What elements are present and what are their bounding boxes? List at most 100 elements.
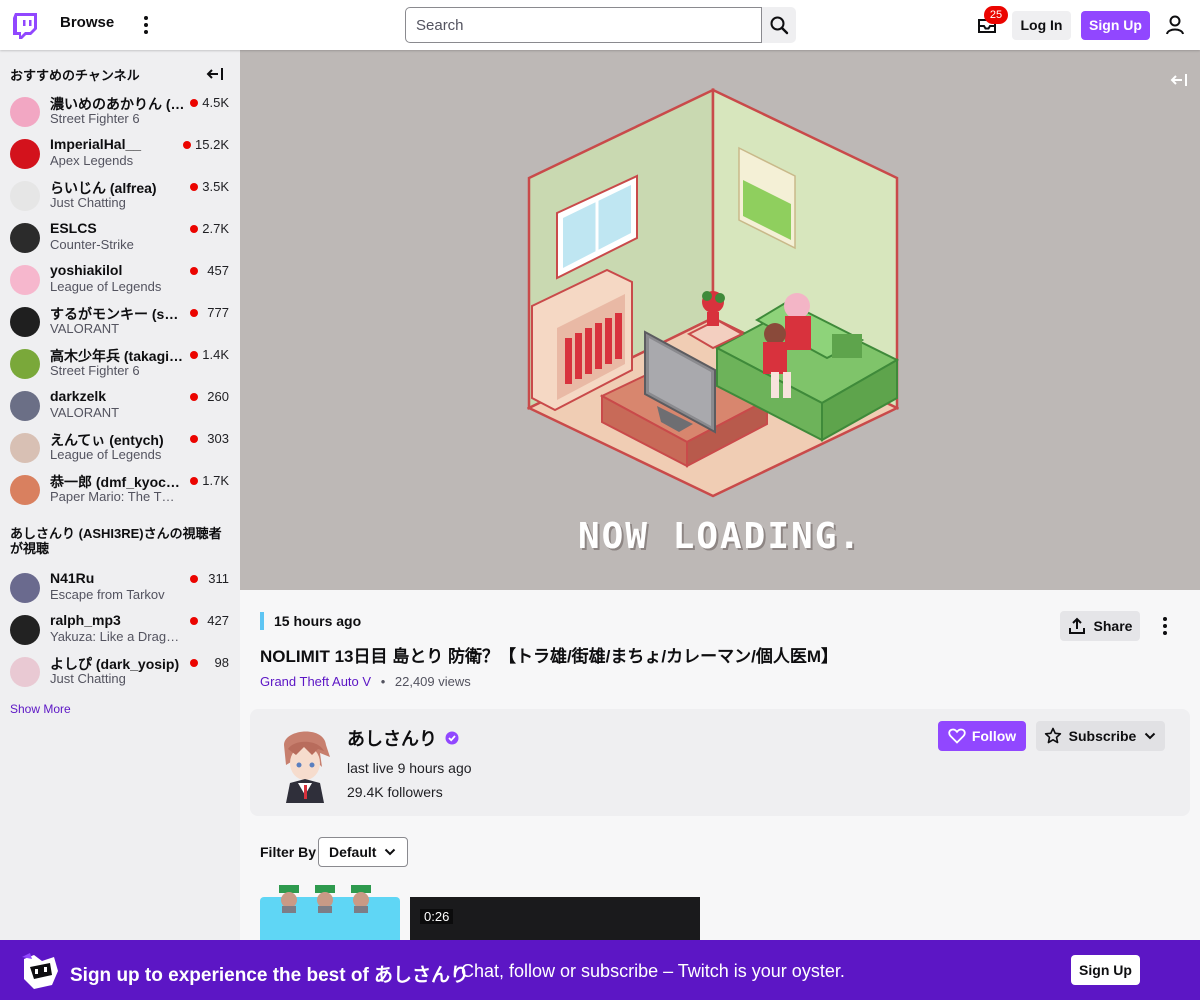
video-duration: 0:26 (420, 909, 454, 924)
sidebar-channel-item[interactable]: N41Ru Escape from Tarkov 311 (0, 568, 240, 610)
browse-link[interactable]: Browse (60, 14, 114, 31)
sidebar-channel-item[interactable]: ESLCS Counter-Strike 2.7K (0, 218, 240, 260)
sidebar-channel-item[interactable]: えんてぃ (entych) League of Legends 303 (0, 428, 240, 470)
live-indicator-icon (190, 477, 198, 485)
subscribe-label: Subscribe (1068, 728, 1137, 744)
channel-info-card: あしさんり last live 9 hours ago 29.4K follow… (250, 709, 1190, 816)
login-button[interactable]: Log In (1012, 11, 1071, 40)
avatar (10, 307, 40, 337)
channel-name: darkzelk (50, 388, 107, 404)
viewer-count: 457 (207, 263, 229, 278)
channel-name-row: あしさんり (347, 725, 459, 751)
avatar (10, 475, 40, 505)
channel-avatar[interactable] (274, 723, 334, 803)
banner-title: Sign up to experience the best of あしさんり (70, 965, 470, 986)
sidebar: おすすめのチャンネル 濃いめのあかりん (… Street Fighter 6 4.… (0, 50, 240, 940)
video-time-ago: 15 hours ago (260, 612, 361, 630)
glitch-mascot-icon (22, 953, 58, 989)
twitch-logo-icon[interactable] (11, 11, 39, 39)
avatar (10, 391, 40, 421)
avatar (10, 97, 40, 127)
more-options-icon[interactable] (137, 13, 155, 37)
viewer-count: 98 (214, 655, 229, 670)
sidebar-channel-item[interactable]: 恭一郎 (dmf_kyoc… Paper Mario: The T… 1.7K (0, 470, 240, 512)
viewer-count: 303 (207, 431, 229, 446)
emote-icon (351, 885, 371, 913)
follower-count: 29.4K followers (347, 784, 443, 800)
viewers-also-watch-header: あしさんり (ASHI3RE)さんの視聴者が視聴 (10, 526, 222, 556)
live-indicator-icon (190, 617, 198, 625)
video-meta: Grand Theft Auto V • 22,409 views (260, 674, 471, 689)
expand-chat-icon[interactable] (1170, 73, 1188, 87)
sidebar-channel-item[interactable]: らいじん (alfrea) Just Chatting 3.5K (0, 176, 240, 218)
banner-subtitle: Chat, follow or subscribe – Twitch is yo… (461, 961, 845, 981)
channel-game: League of Legends (50, 279, 162, 294)
collapse-sidebar-icon[interactable] (206, 67, 224, 81)
sidebar-channel-item[interactable]: ralph_mp3 Yakuza: Like a Dragon 427 (0, 610, 240, 652)
search-button[interactable] (762, 7, 796, 43)
live-indicator-icon (190, 309, 198, 317)
live-indicator-icon (190, 659, 198, 667)
chevron-down-icon (384, 848, 396, 856)
avatar (10, 657, 40, 687)
channel-name: ImperialHal__ (50, 136, 142, 152)
filter-dropdown[interactable]: Default (318, 837, 408, 867)
show-more-link[interactable]: Show More (10, 702, 71, 716)
sidebar-channel-item[interactable]: yoshiakilol League of Legends 457 (0, 260, 240, 302)
sidebar-channel-item[interactable]: ImperialHal__ Apex Legends 15.2K (0, 134, 240, 176)
channel-name: N41Ru (50, 570, 95, 586)
subscribe-button[interactable]: Subscribe (1036, 721, 1165, 751)
viewer-count: 3.5K (202, 179, 229, 194)
live-indicator-icon (190, 183, 198, 191)
channel-game: Street Fighter 6 (50, 363, 140, 378)
star-icon (1044, 727, 1061, 744)
heart-icon (948, 728, 966, 744)
channel-game: Just Chatting (50, 671, 126, 686)
viewer-count: 2.7K (202, 221, 229, 236)
channel-game: VALORANT (50, 405, 120, 420)
live-indicator-icon (183, 141, 191, 149)
avatar (10, 433, 40, 463)
video-more-options-icon[interactable] (1156, 614, 1174, 638)
sidebar-channel-item[interactable]: darkzelk VALORANT 260 (0, 386, 240, 428)
live-indicator-icon (190, 351, 198, 359)
share-button[interactable]: Share (1060, 611, 1140, 641)
share-label: Share (1093, 618, 1133, 634)
live-indicator-icon (190, 99, 198, 107)
channel-game: Apex Legends (50, 153, 134, 168)
live-indicator-icon (190, 225, 198, 233)
viewer-count: 777 (207, 305, 229, 320)
channel-name[interactable]: あしさんり (347, 725, 437, 751)
game-link[interactable]: Grand Theft Auto V (260, 674, 371, 689)
channel-game: Street Fighter 6 (50, 111, 140, 126)
emote-icon (315, 885, 335, 913)
user-menu-icon[interactable] (1164, 14, 1186, 36)
video-thumbnail[interactable]: 0:26 (410, 897, 700, 940)
last-live-text: last live 9 hours ago (347, 760, 472, 776)
avatar (10, 139, 40, 169)
sidebar-channel-item[interactable]: 濃いめのあかりん (… Street Fighter 6 4.5K (0, 92, 240, 134)
avatar (10, 573, 40, 603)
channel-name: ralph_mp3 (50, 612, 121, 628)
follow-button[interactable]: Follow (938, 721, 1026, 751)
avatar (10, 265, 40, 295)
sidebar-channel-item[interactable]: よしぴ (dark_yosip) Just Chatting 98 (0, 652, 240, 694)
share-icon (1068, 617, 1085, 634)
filter-selected-value: Default (329, 844, 377, 860)
signup-button[interactable]: Sign Up (1081, 11, 1150, 40)
video-title: NOLIMIT 13日目 島とり 防衛？【トラ雄/街雄/まちょ/カレーマン/個人… (260, 647, 839, 666)
sidebar-channel-item[interactable]: するがモンキー (s… VALORANT 777 (0, 302, 240, 344)
sidebar-channel-item[interactable]: 高木少年兵 (takagi… Street Fighter 6 1.4K (0, 344, 240, 386)
search-input[interactable] (405, 7, 762, 43)
live-indicator-icon (190, 575, 198, 583)
banner-signup-button[interactable]: Sign Up (1071, 955, 1140, 985)
video-player[interactable]: NOW LOADING. (240, 50, 1200, 590)
live-indicator-icon (190, 435, 198, 443)
now-loading-text: NOW LOADING. (577, 516, 863, 557)
channel-game: Yakuza: Like a Dragon (50, 629, 180, 644)
chevron-down-icon (1145, 732, 1156, 740)
viewer-count: 311 (208, 571, 229, 586)
view-count: 22,409 views (394, 674, 471, 689)
channel-game: Escape from Tarkov (50, 587, 165, 602)
channel-game: VALORANT (50, 321, 120, 336)
